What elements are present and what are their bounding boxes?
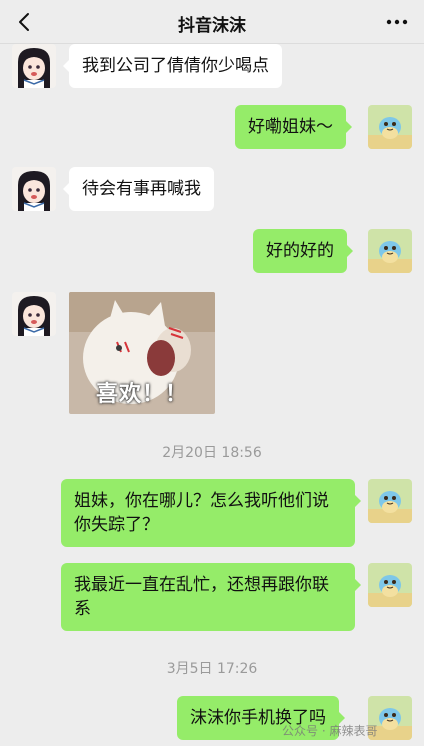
avatar-contact[interactable] (12, 292, 56, 336)
sticker-caption: 喜欢！！ (95, 382, 188, 407)
avatar-contact[interactable] (12, 167, 56, 211)
avatar-self[interactable] (368, 479, 412, 523)
squirtle-avatar-icon (368, 229, 412, 273)
anime-girl-avatar-icon (12, 292, 56, 336)
timestamp: 3月5日 17:26 (166, 661, 258, 677)
squirtle-avatar-icon (368, 563, 412, 607)
avatar-self[interactable] (368, 105, 412, 149)
timestamp: 2月20日 18:56 (162, 445, 262, 461)
message-text: 我到公司了倩倩你少喝点 (82, 56, 269, 76)
watermark: 公众号 · 麻辣表哥 (282, 724, 378, 738)
more-dots-icon[interactable] (384, 14, 410, 30)
message-text: 姐妹，你在哪儿？怎么我听他们说你失踪了？ (74, 491, 329, 535)
avatar-self[interactable] (368, 229, 412, 273)
message-text: 待会有事再喊我 (82, 179, 201, 199)
message-bubble-left[interactable]: 待会有事再喊我 (63, 167, 214, 211)
chat-title: 抖音沫沫 (178, 16, 246, 36)
chat-header: 抖音沫沫 (0, 0, 424, 44)
message-bubble-right[interactable]: 好嘞姐妹～ (235, 105, 352, 149)
message-text: 好嘞姐妹～ (248, 117, 333, 137)
squirtle-avatar-icon (368, 105, 412, 149)
message-bubble-left[interactable]: 我到公司了倩倩你少喝点 (63, 44, 282, 88)
anime-girl-avatar-icon (12, 167, 56, 211)
message-bubble-right[interactable]: 我最近一直在乱忙，还想再跟你联系 (61, 563, 361, 631)
avatar-self[interactable] (368, 563, 412, 607)
message-bubble-right[interactable]: 好的好的 (253, 229, 353, 273)
message-bubble-right[interactable]: 姐妹，你在哪儿？怎么我听他们说你失踪了？ (61, 479, 361, 547)
sticker-image[interactable]: 喜欢！！ (69, 292, 215, 414)
message-text: 我最近一直在乱忙，还想再跟你联系 (74, 575, 329, 619)
message-text: 好的好的 (266, 241, 334, 261)
avatar-contact[interactable] (12, 44, 56, 88)
anime-girl-avatar-icon (12, 44, 56, 88)
squirtle-avatar-icon (368, 479, 412, 523)
